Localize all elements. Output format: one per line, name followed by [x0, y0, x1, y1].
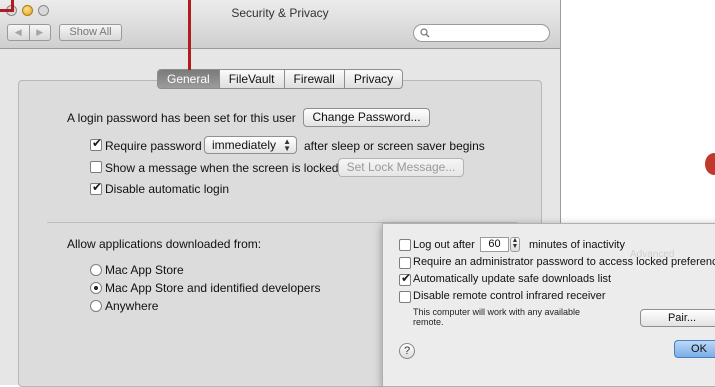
radio-identified-developers-label: Mac App Store and identified developers [105, 281, 321, 295]
window-title: Security & Privacy [231, 6, 329, 20]
radio-identified-developers[interactable] [90, 282, 102, 294]
radio-mac-app-store[interactable] [90, 264, 102, 276]
callout-line-lock-vertical [11, 0, 14, 12]
require-password-timing-value: immediately [212, 138, 277, 152]
forward-arrow-icon[interactable]: ▶ [28, 25, 51, 40]
disable-remote-checkbox[interactable] [399, 291, 411, 303]
remote-note-line1: This computer will work with any availab… [413, 307, 581, 317]
show-message-label: Show a message when the screen is locked [105, 161, 339, 175]
disable-automatic-login-checkbox[interactable] [90, 180, 102, 195]
require-admin-checkbox[interactable] [399, 257, 411, 269]
allow-apps-label: Allow applications downloaded from: [67, 237, 262, 251]
require-password-checkbox[interactable] [90, 136, 102, 151]
tab-bar: General FileVault Firewall Privacy [157, 69, 404, 89]
callout-line-general-tab [188, 0, 191, 70]
callout-step-marker [705, 153, 715, 175]
change-password-button[interactable]: Change Password... [303, 108, 430, 127]
back-forward-control[interactable]: ◀ ▶ [7, 24, 51, 41]
search-icon [420, 28, 430, 38]
require-admin-label: Require an administrator password to acc… [413, 256, 715, 268]
search-input[interactable] [413, 24, 550, 42]
ok-button[interactable]: OK [674, 340, 715, 358]
radio-anywhere[interactable] [90, 300, 102, 312]
tab-general[interactable]: General [158, 70, 219, 88]
radio-mac-app-store-label: Mac App Store [105, 263, 184, 277]
set-lock-message-button[interactable]: Set Lock Message... [338, 158, 464, 177]
title-bar: Security & Privacy ◀ ▶ Show All [0, 0, 560, 49]
after-sleep-text: after sleep or screen saver begins [304, 139, 485, 153]
log-out-label: Log out after [413, 239, 475, 251]
auto-update-checkbox[interactable] [399, 271, 411, 286]
help-icon[interactable]: ? [399, 343, 415, 359]
radio-anywhere-label: Anywhere [105, 299, 159, 313]
disable-automatic-login-label: Disable automatic login [105, 182, 230, 196]
updown-arrows-icon: ▲ ▼ [283, 137, 291, 153]
show-all-button[interactable]: Show All [59, 24, 122, 41]
log-out-minutes-field[interactable]: 60 [480, 237, 509, 252]
remote-note-line2: remote. [413, 317, 444, 327]
show-message-checkbox[interactable] [90, 161, 102, 173]
pair-button[interactable]: Pair... [640, 309, 715, 327]
require-password-timing-select[interactable]: immediately ▲ ▼ [204, 136, 297, 154]
back-arrow-icon[interactable]: ◀ [8, 25, 29, 40]
disable-remote-label: Disable remote control infrared receiver [413, 290, 606, 302]
minutes-stepper[interactable]: ▲ ▼ [510, 237, 520, 252]
auto-update-label: Automatically update safe downloads list [413, 273, 612, 285]
require-password-label: Require password [105, 139, 202, 153]
log-out-checkbox[interactable] [399, 239, 411, 251]
tab-filevault[interactable]: FileVault [218, 70, 284, 88]
tab-firewall[interactable]: Firewall [283, 70, 344, 88]
login-password-text: A login password has been set for this u… [67, 111, 296, 125]
tab-privacy[interactable]: Privacy [343, 70, 402, 88]
minutes-label: minutes of inactivity [529, 239, 625, 251]
